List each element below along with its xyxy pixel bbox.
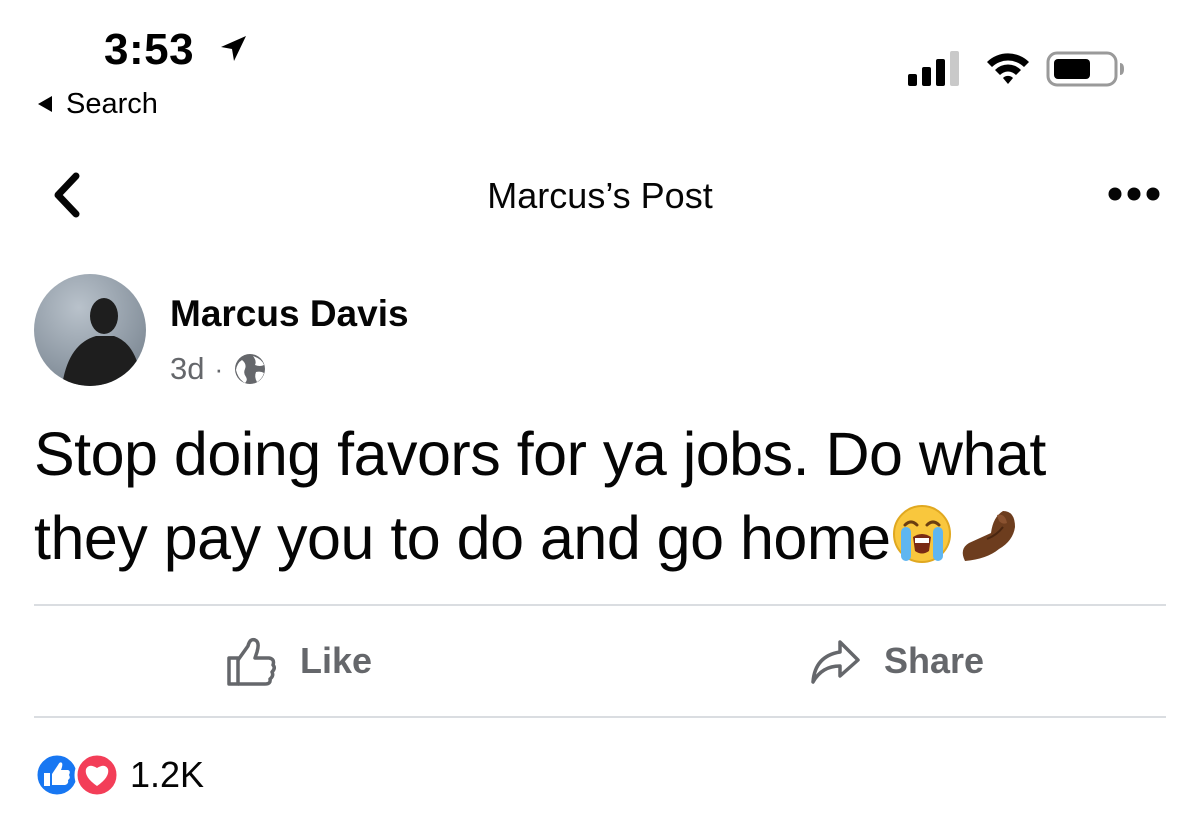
like-button[interactable]: Like (224, 634, 372, 688)
meta-separator: · (214, 354, 224, 384)
avatar-silhouette (62, 298, 142, 386)
back-to-app-label: Search (66, 88, 158, 120)
globe-icon (235, 354, 266, 384)
divider-top (34, 604, 1166, 606)
thumbs-up-icon (227, 637, 277, 686)
signal-icon (908, 51, 959, 86)
author-name[interactable]: Marcus Davis (170, 292, 409, 336)
like-label: Like (300, 640, 373, 681)
avatar[interactable] (34, 274, 146, 386)
more-icon[interactable] (1108, 186, 1160, 202)
page-title: Marcus’s Post (487, 175, 713, 216)
post-text-line-1: Stop doing favors for ya jobs. Do what (34, 420, 1046, 488)
post-text: Stop doing favors for ya jobs. Do what t… (34, 412, 1174, 580)
share-arrow-icon (811, 640, 860, 684)
post-text-line-2-wrap: they pay you to do and go home (34, 496, 1174, 580)
post-text-line-2: they pay you to do and go home (34, 504, 891, 572)
post-meta: 3d · (170, 350, 267, 388)
divider-bottom (34, 716, 1166, 718)
status-time: 3:53 (104, 25, 195, 74)
crying-face-emoji (892, 505, 951, 563)
love-reaction-icon (74, 752, 120, 798)
wifi-icon (987, 53, 1029, 84)
back-to-app-button[interactable]: Search (34, 86, 158, 122)
reaction-count: 1.2K (130, 754, 205, 795)
location-arrow-icon (221, 36, 246, 61)
share-button[interactable]: Share (808, 634, 984, 688)
post-time[interactable]: 3d (170, 350, 204, 388)
reactions-summary[interactable]: 1.2K (34, 752, 204, 798)
back-caret-icon (38, 96, 52, 112)
share-label: Share (884, 640, 985, 681)
pinched-fingers-emoji (962, 511, 1015, 561)
battery-icon (1046, 51, 1124, 87)
